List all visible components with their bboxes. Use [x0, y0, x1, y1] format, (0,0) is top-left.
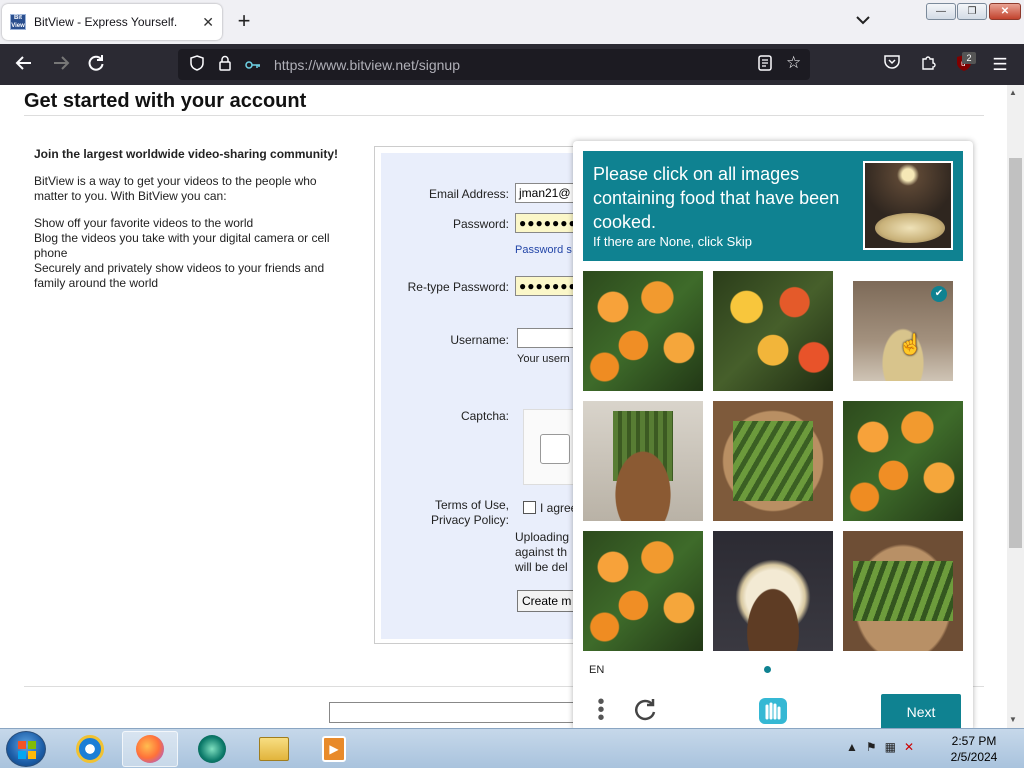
- reload-icon[interactable]: [85, 54, 107, 76]
- agree-checkbox[interactable]: [523, 501, 536, 514]
- forward-arrow-icon[interactable]: [50, 54, 72, 76]
- page-indicator-dot: [764, 666, 771, 673]
- taskbar-clock[interactable]: 2:57 PM 2/5/2024: [944, 733, 1004, 765]
- feature-item: Securely and privately show videos to yo…: [34, 261, 325, 290]
- agree-text: I agree: [540, 501, 578, 515]
- language-selector[interactable]: EN: [589, 664, 604, 676]
- intro-bold: Join the largest worldwide video-sharing…: [34, 147, 339, 161]
- page-title: Get started with your account: [24, 90, 307, 112]
- privacy-label: Privacy Policy:: [430, 513, 509, 527]
- shield-icon[interactable]: [186, 55, 208, 74]
- url-bar[interactable]: https://www.bitview.net/signup ☆: [178, 49, 810, 80]
- navigation-toolbar: https://www.bitview.net/signup ☆ u 2 ☰: [0, 44, 1024, 85]
- key-icon[interactable]: [242, 57, 264, 73]
- footer-search-field[interactable]: [329, 702, 589, 723]
- taskbar-firefox-icon[interactable]: [122, 731, 178, 767]
- scroll-down-arrow-icon[interactable]: ▼: [1009, 715, 1017, 724]
- taskbar-video-player-icon[interactable]: ▶: [306, 731, 362, 767]
- reader-view-icon[interactable]: [758, 55, 772, 74]
- tab-close-icon[interactable]: ✕: [202, 14, 214, 31]
- bitview-favicon-icon: Bit View: [10, 14, 26, 30]
- new-tab-plus-icon[interactable]: +: [234, 10, 254, 34]
- captcha-example-image: [863, 161, 953, 250]
- password-label: Password:: [452, 217, 509, 231]
- username-label: Username:: [450, 333, 509, 347]
- upload-notice: against th: [515, 545, 568, 559]
- captcha-menu-dots-icon[interactable]: • • •: [595, 692, 607, 728]
- captcha-tile[interactable]: [713, 401, 833, 521]
- feature-item: Blog the videos you take with your digit…: [34, 231, 330, 260]
- captcha-tile[interactable]: [713, 531, 833, 651]
- start-button-icon[interactable]: [6, 731, 46, 767]
- browser-tab[interactable]: Bit View BitView - Express Yourself. ✕: [2, 4, 222, 40]
- taskbar-internet-explorer-icon[interactable]: [62, 731, 118, 767]
- tray-expand-arrow-icon[interactable]: ▲: [846, 740, 858, 754]
- email-label: Email Address:: [428, 187, 509, 201]
- captcha-checkbox[interactable]: [540, 434, 570, 464]
- intro-panel: Join the largest worldwide video-sharing…: [34, 147, 344, 291]
- back-arrow-icon[interactable]: [13, 54, 35, 76]
- url-text[interactable]: https://www.bitview.net/signup: [274, 57, 460, 73]
- extension-badge-count: 2: [962, 52, 976, 64]
- bookmark-star-icon[interactable]: ☆: [786, 53, 801, 73]
- action-center-flag-icon[interactable]: ⚑: [866, 740, 877, 754]
- signup-form: Email Address: jman21@ Password: ●●●●●●●…: [381, 153, 595, 639]
- taskbar-file-explorer-icon[interactable]: [246, 731, 302, 767]
- window-close-button[interactable]: ✕: [989, 3, 1021, 20]
- network-icon[interactable]: ▦: [885, 740, 896, 754]
- clock-date: 2/5/2024: [950, 750, 998, 764]
- lock-icon[interactable]: [214, 55, 236, 74]
- upload-notice: will be del: [515, 560, 568, 574]
- captcha-refresh-icon[interactable]: [632, 697, 658, 730]
- captcha-prompt-subtext: If there are None, click Skip: [593, 234, 752, 249]
- captcha-label: Captcha:: [460, 409, 509, 423]
- pocket-icon[interactable]: [881, 54, 903, 76]
- tile-selected-check-icon: ✔: [931, 286, 947, 302]
- volume-muted-icon[interactable]: ✕: [904, 740, 914, 754]
- clock-time: 2:57 PM: [951, 734, 997, 748]
- terms-label: Terms of Use,: [434, 498, 509, 512]
- hand-cursor-icon: ☝: [898, 334, 923, 356]
- retype-password-label: Re-type Password:: [407, 280, 509, 294]
- hcaptcha-logo-icon: [757, 696, 789, 726]
- system-tray: ▲ ⚑ ▦ ✕: [846, 740, 914, 754]
- captcha-prompt-text: Please click on all images containing fo…: [593, 164, 840, 232]
- intro-text: BitView is a way to get your videos to t…: [34, 174, 317, 203]
- hamburger-menu-icon[interactable]: ☰: [989, 54, 1011, 76]
- extensions-puzzle-icon[interactable]: [917, 54, 939, 76]
- scrollbar-thumb[interactable]: [1009, 158, 1022, 548]
- captcha-tile[interactable]: [583, 271, 703, 391]
- window-restore-button[interactable]: ❐: [957, 3, 987, 20]
- captcha-tile[interactable]: [583, 531, 703, 651]
- tab-title: BitView - Express Yourself.: [34, 15, 178, 29]
- feature-item: Show off your favorite videos to the wor…: [34, 216, 254, 230]
- taskbar-media-player-icon[interactable]: [184, 731, 240, 767]
- upload-notice: Uploading: [515, 530, 570, 544]
- signup-form-box: Email Address: jman21@ Password: ●●●●●●●…: [374, 146, 595, 644]
- captcha-next-button[interactable]: Next: [881, 694, 961, 730]
- username-hint: Your usern: [517, 353, 570, 365]
- browser-tab-bar: Bit View BitView - Express Yourself. ✕ +…: [0, 0, 1024, 44]
- captcha-tile[interactable]: [713, 271, 833, 391]
- divider: [24, 115, 984, 116]
- list-all-tabs-chevron-icon[interactable]: [856, 12, 870, 28]
- window-minimize-button[interactable]: —: [926, 3, 956, 20]
- scroll-up-arrow-icon[interactable]: ▲: [1009, 88, 1017, 97]
- captcha-tile[interactable]: [843, 531, 963, 651]
- captcha-tile[interactable]: [843, 401, 963, 521]
- password-hint: Password s: [515, 244, 572, 256]
- captcha-tile[interactable]: [583, 401, 703, 521]
